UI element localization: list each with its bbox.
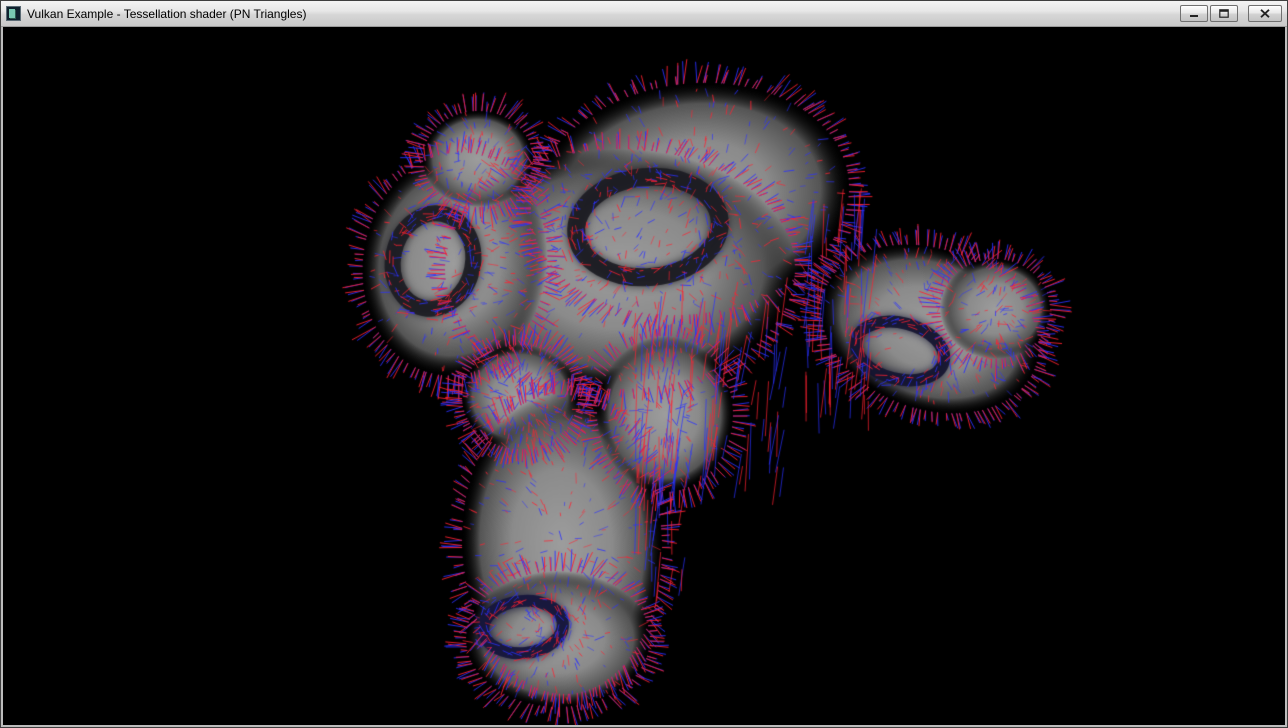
title-bar[interactable]: Vulkan Example - Tessellation shader (PN… [1, 1, 1287, 27]
maximize-button[interactable] [1210, 5, 1238, 22]
close-icon [1260, 9, 1270, 18]
minimize-icon [1189, 9, 1199, 18]
maximize-icon [1219, 9, 1229, 18]
window-title: Vulkan Example - Tessellation shader (PN… [27, 1, 1180, 27]
window-controls [1180, 5, 1282, 22]
close-button[interactable] [1248, 5, 1282, 22]
render-viewport [3, 27, 1285, 725]
render-canvas[interactable] [3, 27, 1285, 725]
vulkan-example-icon [6, 6, 21, 21]
minimize-button[interactable] [1180, 5, 1208, 22]
app-window: Vulkan Example - Tessellation shader (PN… [0, 0, 1288, 728]
